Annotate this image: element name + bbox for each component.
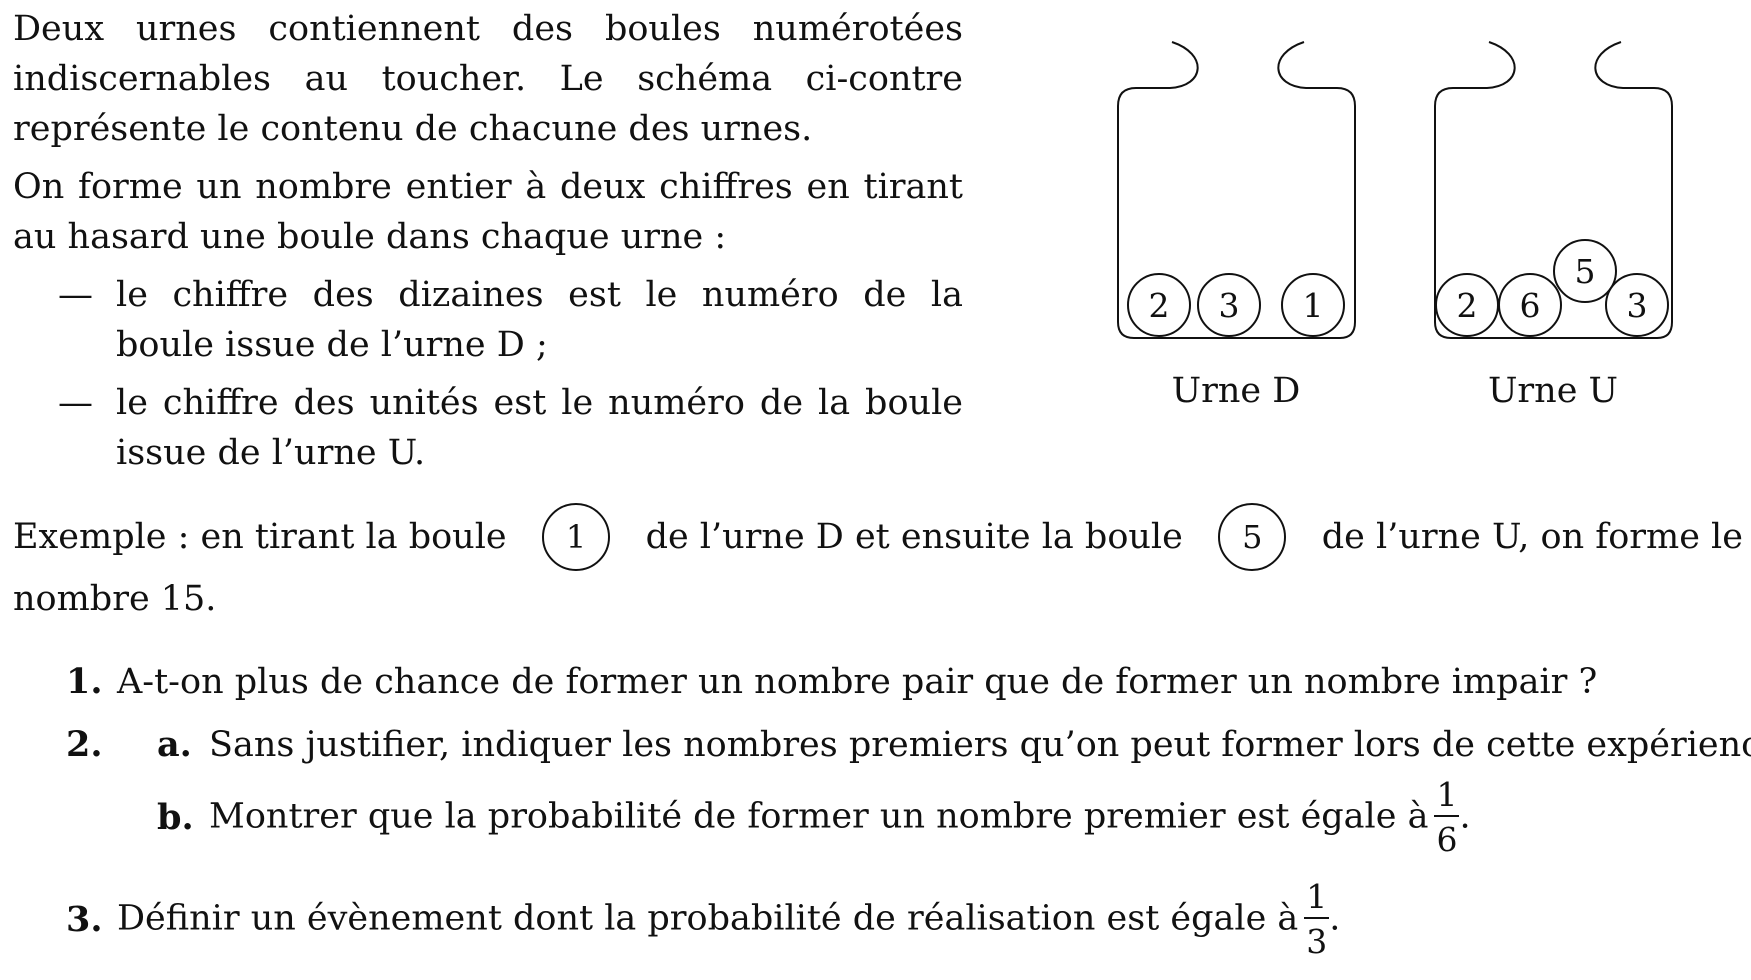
example-ball-5: 5: [1218, 503, 1287, 571]
urn-d-ball-label: 3: [1219, 286, 1240, 325]
question-3-text: Définir un évènement dont la probabilité…: [117, 898, 1299, 939]
example-text-1: Exemple : en tirant la boule: [13, 517, 507, 557]
question-2a-text: Sans justifier, indiquer les nombres pre…: [209, 725, 1751, 765]
question-3-end: .: [1329, 898, 1341, 939]
urn-d-ball: 2: [1127, 273, 1191, 337]
urn-d: 2 3 1 Urne D: [1117, 41, 1356, 411]
fraction-numerator: 1: [1436, 775, 1458, 814]
urns-diagram: 2 3 1 Urne D 2 6 5 3 Urne U: [1117, 41, 1673, 411]
urn-u-label: Urne U: [1488, 371, 1618, 411]
fraction-one-sixth: 16: [1434, 775, 1460, 859]
urn-u-ball-label: 6: [1520, 286, 1541, 325]
question-3-number: 3.: [66, 898, 103, 940]
urn-u-ball-label: 5: [1575, 252, 1596, 291]
question-3: 3. Définir un évènement dont la probabili…: [66, 880, 1340, 958]
urn-d-ball-label: 2: [1149, 286, 1170, 325]
urn-u: 2 6 5 3 Urne U: [1434, 41, 1673, 411]
question-2b-end: .: [1459, 796, 1471, 837]
example-line-2: nombre 15.: [13, 579, 217, 619]
example-line: Exemple : en tirant la boule 1 de l’urne…: [13, 503, 1743, 571]
urn-d-label: Urne D: [1172, 371, 1301, 411]
question-1-number: 1.: [66, 661, 103, 702]
question-1: 1. A-t-on plus de chance de former un nom…: [66, 664, 1597, 700]
urn-u-ball-label: 2: [1457, 286, 1478, 325]
question-2: 2. a. Sans justifier, indiquer les nombres…: [66, 727, 1751, 763]
fraction-one-third: 13: [1304, 877, 1330, 961]
example-block: Exemple : en tirant la boule 1 de l’urne…: [13, 503, 1743, 627]
urn-u-ball: 2: [1435, 273, 1499, 337]
urn-u-ball: 6: [1498, 273, 1562, 337]
fraction-numerator: 1: [1306, 877, 1328, 916]
example-ball-1: 1: [542, 503, 611, 571]
question-2a-letter: a.: [157, 724, 192, 765]
urn-d-ball-label: 1: [1303, 286, 1324, 325]
fraction-denominator: 6: [1436, 820, 1458, 859]
urn-u-ball-label: 3: [1627, 286, 1648, 325]
urn-u-ball: 5: [1553, 239, 1617, 303]
question-2b-letter: b.: [157, 796, 194, 838]
fraction-denominator: 3: [1306, 922, 1328, 961]
urn-d-ball: 1: [1281, 273, 1345, 337]
urn-d-ball: 3: [1197, 273, 1261, 337]
question-1-text: A-t-on plus de chance de former un nombr…: [117, 662, 1598, 702]
example-text-2: de l’urne D et ensuite la boule: [645, 517, 1183, 557]
question-2-number: 2.: [66, 724, 103, 765]
urn-u-ball: 3: [1605, 273, 1669, 337]
question-2b-text: Montrer que la probabilité de former un …: [209, 796, 1429, 837]
example-text-3: de l’urne U, on forme le: [1321, 517, 1743, 557]
question-2b: b. Montrer que la probabilité de former u…: [157, 778, 1471, 856]
